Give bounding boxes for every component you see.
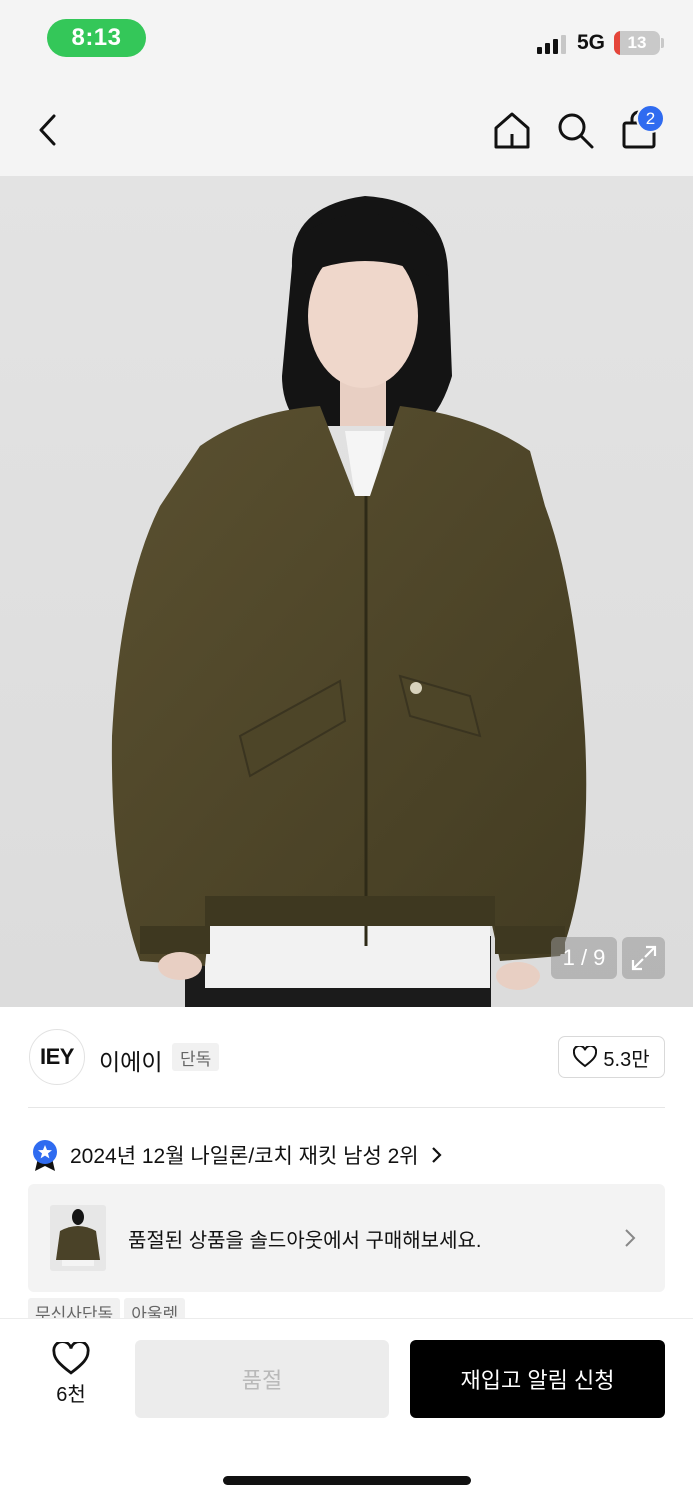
home-indicator [223, 1476, 471, 1485]
brand-logo[interactable]: IEY [29, 1029, 85, 1085]
back-icon [39, 114, 56, 146]
ranking-text: 2024년 12월 나일론/코치 재킷 남성 2위 [70, 1145, 419, 1168]
expand-icon [631, 945, 656, 971]
back-button[interactable] [27, 108, 71, 152]
chevron-right-icon [431, 1147, 442, 1163]
cart-count-badge: 2 [636, 104, 665, 133]
brand-like-count: 5.3만 [603, 1048, 650, 1071]
exclusive-badge: 단독 [172, 1043, 220, 1071]
restock-alert-button[interactable]: 재입고 알림 신청 [410, 1340, 665, 1418]
ranking-link[interactable]: 2024년 12월 나일론/코치 재킷 남성 2위 [30, 1137, 443, 1173]
divider [28, 1107, 665, 1108]
home-icon [494, 112, 530, 149]
chevron-right-icon [625, 1229, 636, 1247]
battery-tip [661, 38, 664, 48]
product-photo-illustration [111, 196, 587, 1007]
soldout-button: 품절 [135, 1340, 389, 1418]
heart-icon [52, 1342, 90, 1375]
battery-icon: 13 [614, 31, 660, 55]
product-image[interactable] [0, 176, 693, 1007]
status-time: 8:13 [47, 19, 146, 57]
wishlist-button[interactable]: 6천 [40, 1342, 102, 1414]
signal-icon [537, 35, 566, 54]
home-button[interactable] [490, 108, 534, 152]
image-counter: 1 / 9 [551, 937, 617, 979]
brand-name[interactable]: 이에이 [99, 1043, 162, 1077]
heart-icon [573, 1046, 598, 1068]
expand-image-button[interactable] [622, 937, 665, 979]
ranking-medal-icon [33, 1140, 57, 1171]
soldout-promo-text: 품절된 상품을 솔드아웃에서 구매해보세요. [128, 1230, 482, 1252]
product-thumbnail [50, 1205, 106, 1271]
search-icon [558, 113, 594, 149]
soldout-promo-card[interactable]: 품절된 상품을 솔드아웃에서 구매해보세요. [28, 1184, 665, 1292]
network-type: 5G [577, 31, 606, 54]
battery-level: 13 [627, 33, 647, 52]
search-button[interactable] [553, 108, 597, 152]
brand-like-button[interactable]: 5.3만 [558, 1036, 665, 1078]
wishlist-count: 6천 [56, 1384, 86, 1406]
